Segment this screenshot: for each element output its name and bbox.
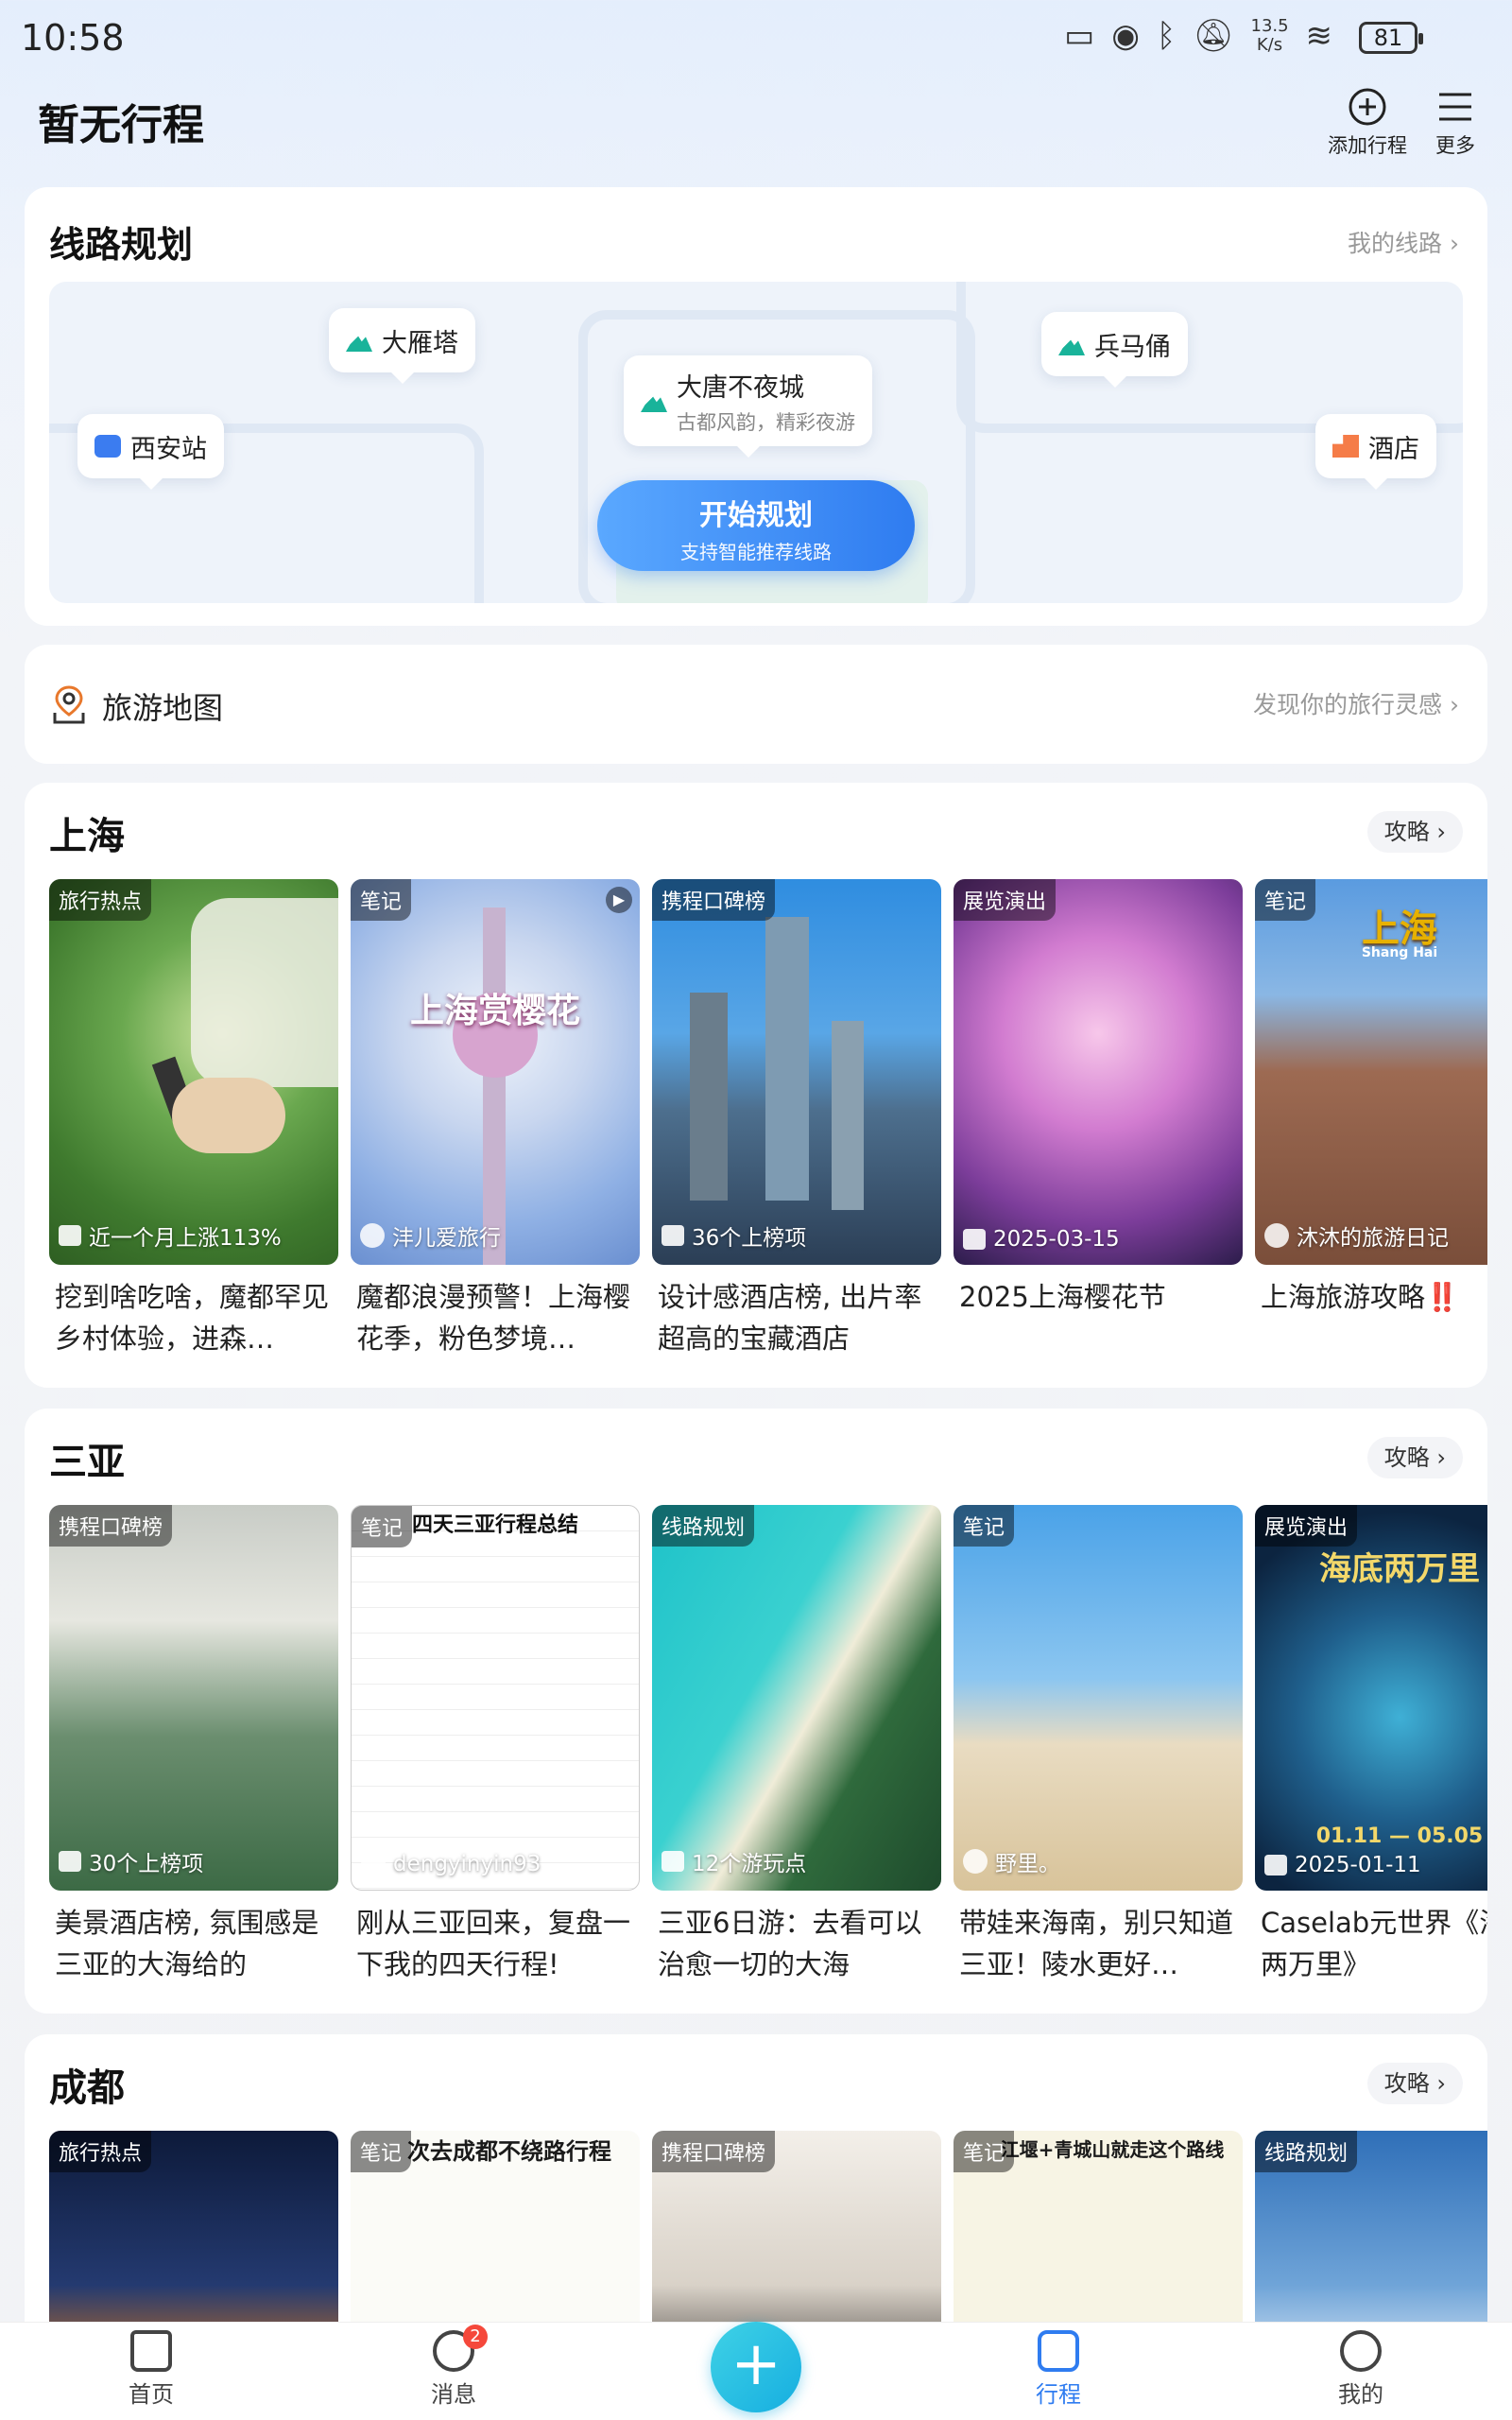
hotel-icon: [1332, 435, 1359, 458]
poi-datang-night-city[interactable]: 大唐不夜城 古都风韵，精彩夜游: [624, 355, 872, 458]
tile-image: 次去成都不绕路行程 笔记: [351, 2131, 640, 2329]
battery-icon: 81: [1359, 22, 1423, 54]
wifi-icon: ≋: [1305, 17, 1333, 55]
travel-map-hint: 发现你的旅行灵感 ›: [1253, 691, 1459, 718]
nav-mine[interactable]: 我的: [1304, 2330, 1418, 2409]
add-plus-button[interactable]: +: [711, 2322, 801, 2412]
tile-image: 旅行热点 近一个月上涨113%: [49, 879, 338, 1265]
scenic-icon: [641, 393, 667, 412]
avatar: [360, 1223, 385, 1248]
tile-image: 笔记 野里。: [954, 1505, 1243, 1891]
guide-button[interactable]: 攻略 ›: [1366, 2063, 1463, 2104]
map-pin-icon: [53, 685, 85, 724]
status-time: 10:58: [21, 17, 125, 59]
content-tile[interactable]: 旅行热点: [49, 2131, 338, 2329]
net-speed: 13.5 K/s: [1250, 16, 1289, 55]
city-name: 成都: [49, 2066, 125, 2110]
travel-map-label: 旅游地图: [102, 690, 224, 726]
tile-image: 海底两万里 01.11 — 05.05 展览演出 2025-01-11: [1255, 1505, 1487, 1891]
content-tile[interactable]: 江堰+青城山就走这个路线 笔记: [954, 2131, 1243, 2329]
list-icon: [662, 1225, 684, 1246]
trend-icon: [59, 1225, 81, 1246]
travel-map-row[interactable]: 旅游地图 发现你的旅行灵感 ›: [25, 645, 1487, 764]
content-tile[interactable]: 携程口碑榜: [652, 2131, 941, 2329]
more-button[interactable]: 更多: [1427, 83, 1484, 159]
city-name: 上海: [49, 815, 125, 858]
add-circle-icon: [1349, 88, 1386, 126]
tile-row: 旅行热点 次去成都不绕路行程 笔记 携程口碑榜 江堰+青城山就走这个路线 笔记 …: [49, 2131, 1487, 2329]
scenic-icon: [346, 333, 372, 352]
add-trip-label: 添加行程: [1328, 134, 1407, 157]
more-label: 更多: [1435, 134, 1475, 157]
city-name: 三亚: [49, 1441, 125, 1484]
eye-icon: ◉: [1111, 17, 1140, 55]
nav-home[interactable]: 首页: [94, 2330, 208, 2409]
tile-image: 携程口碑榜: [652, 2131, 941, 2329]
content-tile[interactable]: 线路规划 12个游玩点 三亚6日游：去看可以治愈一切的大海: [652, 1505, 941, 1985]
cast-icon: ▭: [1064, 17, 1095, 55]
content-tile[interactable]: 携程口碑榜 30个上榜项 美景酒店榜, 氛围感是三亚的大海给的: [49, 1505, 338, 1985]
route-icon: [662, 1851, 684, 1872]
tile-image: 旅行热点: [49, 2131, 338, 2329]
tile-image: 线路规划 12个游玩点: [652, 1505, 941, 1891]
city-section-shanghai: 上海 攻略 › 旅行热点 近一个月上涨113% 挖到啥吃啥，魔都罕见乡村体验，进…: [25, 783, 1487, 1388]
tile-image: 携程口碑榜 30个上榜项: [49, 1505, 338, 1891]
route-planning-title: 线路规划: [49, 224, 194, 266]
avatar: [963, 1849, 988, 1874]
mute-icon: 🔕︎: [1193, 17, 1234, 55]
my-routes-link[interactable]: 我的线路 ›: [1348, 225, 1459, 259]
content-tile[interactable]: 笔记 野里。 带娃来海南，别只知道三亚！陵水更好…: [954, 1505, 1243, 1985]
unread-badge: 2: [463, 2325, 488, 2349]
content-tile[interactable]: 海底两万里 01.11 — 05.05 展览演出 2025-01-11 Case…: [1255, 1505, 1487, 1985]
content-tile[interactable]: 旅行热点 近一个月上涨113% 挖到啥吃啥，魔都罕见乡村体验，进森…: [49, 879, 338, 1359]
video-icon: ▶: [606, 887, 632, 913]
route-planning-card: 线路规划 我的线路 › 西安站 大雁塔 大唐不夜城 古都风韵，精彩夜游 兵马俑 …: [25, 187, 1487, 626]
status-icons: ▭ ◉ ᛒ 🔕︎ 13.5 K/s ≋: [1064, 16, 1333, 56]
nav-trips[interactable]: 行程: [1002, 2330, 1115, 2409]
tile-row: 携程口碑榜 30个上榜项 美景酒店榜, 氛围感是三亚的大海给的 四天三亚行程总结…: [49, 1505, 1487, 1996]
tile-image: 上海 Shang Hai 笔记 沐沐的旅游日记: [1255, 879, 1487, 1265]
start-planning-button[interactable]: 开始规划 支持智能推荐线路: [597, 480, 915, 571]
menu-icon: [1439, 93, 1471, 121]
content-tile[interactable]: 展览演出 2025-03-15 2025上海樱花节: [954, 879, 1243, 1359]
home-icon: [130, 2330, 172, 2372]
tile-row: 旅行热点 近一个月上涨113% 挖到啥吃啥，魔都罕见乡村体验，进森… 上海赏樱花…: [49, 879, 1487, 1371]
list-icon: [59, 1851, 81, 1872]
nav-messages[interactable]: 2 消息: [397, 2325, 510, 2409]
calendar-icon: [1038, 2330, 1079, 2372]
tile-image: 展览演出 2025-03-15: [954, 879, 1243, 1265]
guide-button[interactable]: 攻略 ›: [1366, 811, 1463, 853]
content-tile[interactable]: 上海 Shang Hai 笔记 沐沐的旅游日记 上海旅游攻略‼️: [1255, 879, 1487, 1359]
poi-big-goose-pagoda[interactable]: 大雁塔: [329, 308, 475, 384]
avatar: [1264, 1223, 1289, 1248]
tile-image: 线路规划: [1255, 2131, 1487, 2329]
content-tile[interactable]: 上海赏樱花 ▶ 笔记 沣儿爱旅行 魔都浪漫预警！上海樱花季，粉色梦境…: [351, 879, 640, 1359]
tile-image: 携程口碑榜 36个上榜项: [652, 879, 941, 1265]
content-tile[interactable]: 四天三亚行程总结 笔记 dengyinyin93 刚从三亚回来，复盘一下我的四天…: [351, 1505, 640, 1985]
poi-hotel[interactable]: 酒店: [1315, 414, 1436, 490]
train-icon: [94, 435, 121, 458]
tile-image: 江堰+青城山就走这个路线 笔记: [954, 2131, 1243, 2329]
page-title: 暂无行程: [38, 101, 204, 149]
avatar: [361, 1852, 386, 1876]
guide-button[interactable]: 攻略 ›: [1366, 1437, 1463, 1478]
content-tile[interactable]: 携程口碑榜 36个上榜项 设计感酒店榜, 出片率超高的宝藏酒店: [652, 879, 941, 1359]
add-trip-button[interactable]: 添加行程: [1323, 83, 1412, 159]
status-bar: 10:58 ▭ ◉ ᛒ 🔕︎ 13.5 K/s ≋ 81: [0, 0, 1512, 76]
profile-icon: [1340, 2330, 1382, 2372]
city-section-sanya: 三亚 攻略 › 携程口碑榜 30个上榜项 美景酒店榜, 氛围感是三亚的大海给的 …: [25, 1409, 1487, 2014]
scenic-icon: [1058, 337, 1085, 355]
tile-image: 上海赏樱花 ▶ 笔记 沣儿爱旅行: [351, 879, 640, 1265]
calendar-icon: [1264, 1855, 1287, 1876]
poi-xian-station[interactable]: 西安站: [77, 414, 224, 490]
poi-terracotta-army[interactable]: 兵马俑: [1041, 312, 1188, 388]
bluetooth-icon: ᛒ: [1156, 17, 1177, 55]
content-tile[interactable]: 线路规划: [1255, 2131, 1487, 2329]
tile-image: 四天三亚行程总结 笔记 dengyinyin93: [351, 1505, 640, 1891]
content-tile[interactable]: 次去成都不绕路行程 笔记: [351, 2131, 640, 2329]
calendar-icon: [963, 1229, 986, 1250]
